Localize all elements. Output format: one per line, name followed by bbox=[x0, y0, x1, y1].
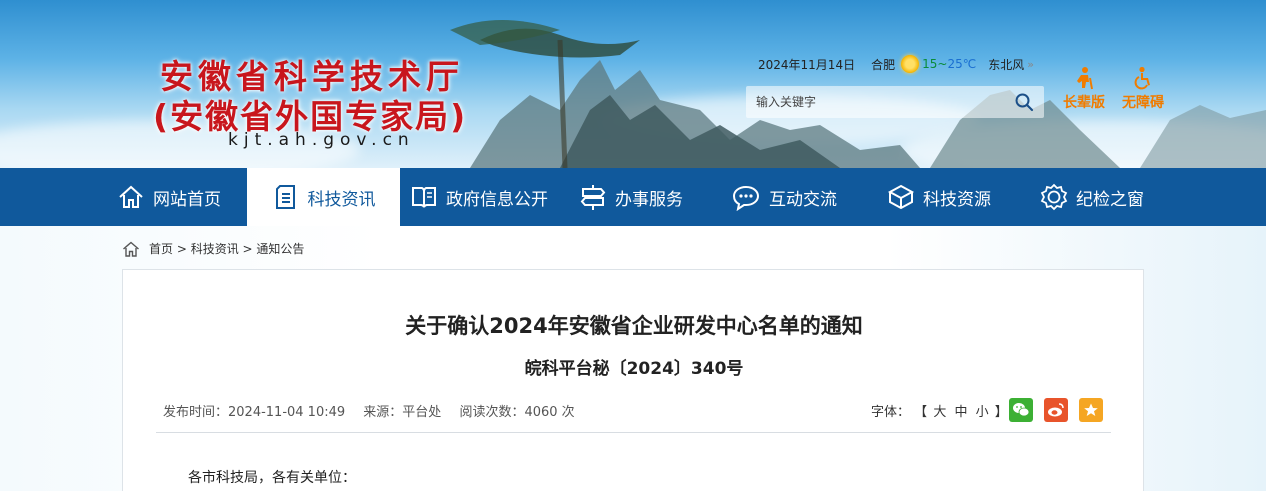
nav-label: 网站首页 bbox=[153, 189, 221, 210]
document-icon bbox=[275, 185, 295, 209]
weibo-icon bbox=[1048, 403, 1064, 417]
font-medium-button[interactable]: 中 bbox=[954, 405, 967, 420]
search-input[interactable] bbox=[746, 95, 1006, 109]
book-icon bbox=[412, 187, 436, 208]
publish-time: 发布时间：2024-11-04 10:49 bbox=[163, 405, 346, 420]
accessibility-label: 无障碍 bbox=[1122, 95, 1164, 111]
header-banner: 安徽省科学技术厅 (安徽省外国专家局) kjt.ah.gov.cn 2024年1… bbox=[0, 0, 1266, 168]
bracket-close: 】 bbox=[994, 405, 1008, 420]
wechat-icon bbox=[1013, 403, 1030, 417]
breadcrumb-home[interactable]: 首页 bbox=[149, 240, 173, 257]
breadcrumb-notices[interactable]: 通知公告 bbox=[256, 240, 304, 257]
date-weather: 2024年11月14日 合肥 15~25℃ 东北风 » bbox=[758, 55, 1034, 73]
bracket-open: 【 bbox=[914, 405, 928, 420]
sunny-weather-icon bbox=[901, 55, 920, 73]
article-card: 关于确认2024年安徽省企业研发中心名单的通知 皖科平台秘〔2024〕340号 … bbox=[122, 269, 1144, 491]
document-number: 皖科平台秘〔2024〕340号 bbox=[524, 359, 744, 379]
elder-mode-label: 长辈版 bbox=[1063, 95, 1105, 111]
search-icon[interactable] bbox=[1014, 92, 1034, 112]
favorite-button[interactable] bbox=[1079, 398, 1103, 422]
wind: 东北风 bbox=[988, 57, 1025, 72]
star-icon bbox=[1084, 403, 1098, 416]
nav-label: 互动交流 bbox=[769, 189, 837, 210]
nav-item-tech-news[interactable]: 科技资讯 bbox=[247, 168, 400, 226]
nav-label: 办事服务 bbox=[615, 189, 683, 210]
nav-item-gov-info[interactable]: 政府信息公开 bbox=[410, 168, 548, 226]
view-count: 阅读次数：4060 次 bbox=[459, 405, 575, 420]
nav-label: 科技资讯 bbox=[307, 189, 376, 210]
signpost-icon bbox=[580, 185, 606, 210]
breadcrumb: 首页 > 科技资讯 > 通知公告 bbox=[122, 240, 304, 257]
article-greeting: 各市科技局，各有关单位： bbox=[188, 470, 356, 486]
cube-icon bbox=[887, 184, 915, 210]
breadcrumb-tech-news[interactable]: 科技资讯 bbox=[191, 240, 239, 257]
font-small-button[interactable]: 小 bbox=[976, 405, 989, 420]
nav-label: 政府信息公开 bbox=[446, 189, 548, 210]
breadcrumb-separator: > bbox=[238, 241, 257, 256]
accessibility-button[interactable]: 无障碍 bbox=[1122, 66, 1164, 112]
search-box bbox=[746, 86, 1044, 118]
font-size-selector: 字体： 【 大 中 小 】 bbox=[871, 401, 1008, 420]
site-domain: kjt.ah.gov.cn bbox=[228, 130, 415, 150]
main-nav: 网站首页 科技资讯 政府信息公开 办事服务 互动交流 科技资源 纪检之窗 bbox=[0, 168, 1266, 226]
temperature: 15~25℃ bbox=[922, 57, 976, 71]
nav-item-discipline[interactable]: 纪检之窗 bbox=[1040, 168, 1144, 226]
font-size-label: 字体： bbox=[871, 405, 911, 420]
nav-item-tech-resources[interactable]: 科技资源 bbox=[887, 168, 991, 226]
current-date: 2024年11月14日 bbox=[758, 57, 856, 72]
article-meta: 发布时间：2024-11-04 10:49 来源：平台处 阅读次数：4060 次 bbox=[163, 401, 589, 420]
home-icon[interactable] bbox=[122, 241, 140, 257]
temp-low: 15 bbox=[922, 57, 938, 71]
chat-icon bbox=[732, 185, 760, 211]
font-large-button[interactable]: 大 bbox=[933, 405, 946, 420]
nav-item-services[interactable]: 办事服务 bbox=[579, 168, 683, 226]
home-icon bbox=[119, 185, 143, 208]
temp-separator: ~ bbox=[937, 57, 948, 71]
nav-item-home[interactable]: 网站首页 bbox=[117, 168, 221, 226]
weather-more-icon[interactable]: » bbox=[1027, 58, 1034, 71]
divider bbox=[156, 432, 1111, 433]
temp-high: 25℃ bbox=[947, 57, 977, 71]
share-weibo-button[interactable] bbox=[1044, 398, 1068, 422]
nav-label: 纪检之窗 bbox=[1076, 189, 1144, 210]
elder-icon bbox=[1077, 67, 1093, 90]
share-wechat-button[interactable] bbox=[1009, 398, 1033, 422]
article-source: 来源：平台处 bbox=[363, 405, 442, 420]
badge-icon bbox=[1040, 183, 1068, 211]
elder-mode-button[interactable]: 长辈版 bbox=[1063, 66, 1105, 112]
city: 合肥 bbox=[871, 57, 896, 72]
wheelchair-icon bbox=[1134, 66, 1150, 90]
nav-item-interaction[interactable]: 互动交流 bbox=[731, 168, 837, 226]
breadcrumb-separator: > bbox=[173, 241, 191, 256]
nav-label: 科技资源 bbox=[923, 189, 991, 210]
article-title: 关于确认2024年安徽省企业研发中心名单的通知 bbox=[405, 314, 863, 338]
